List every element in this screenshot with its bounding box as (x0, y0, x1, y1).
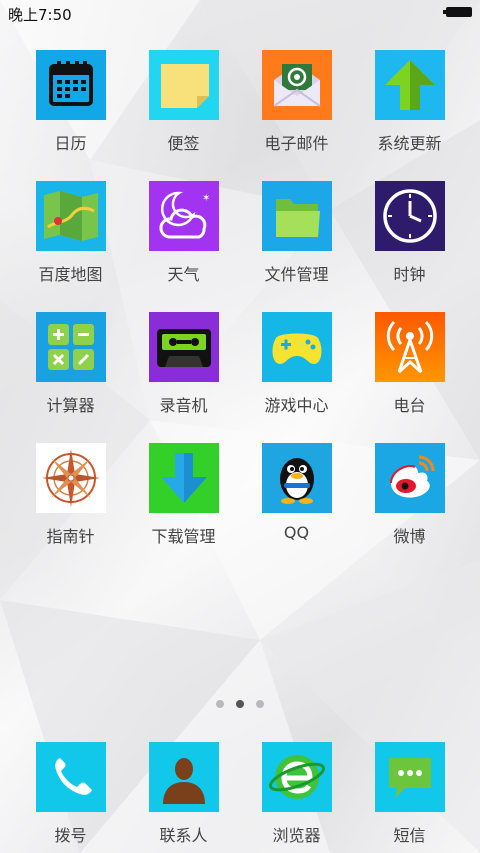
phone-icon (35, 742, 106, 812)
app-label: 浏览器 (272, 826, 321, 845)
app-label: 联系人 (159, 826, 208, 845)
weibo-icon (374, 443, 445, 513)
compass-icon (35, 443, 106, 513)
app-label: 游戏中心 (264, 396, 329, 415)
contact-person-icon (148, 742, 219, 812)
app-label: 百度地图 (38, 265, 103, 284)
browser-e-icon (261, 742, 332, 812)
app-game-center[interactable]: 游戏中心 (240, 312, 353, 416)
sticky-note-icon (148, 50, 219, 120)
app-file-manager[interactable]: 文件管理 (240, 181, 353, 285)
dock-browser[interactable]: 浏览器 (240, 742, 353, 846)
map-icon (35, 181, 106, 251)
app-weather[interactable]: ✶ 天气 (127, 181, 240, 285)
dock-contacts[interactable]: 联系人 (127, 742, 240, 846)
qq-penguin-icon (261, 443, 332, 513)
app-label: 系统更新 (377, 134, 442, 153)
app-label: 指南针 (46, 527, 95, 546)
app-download-manager[interactable]: 下载管理 (127, 443, 240, 547)
app-recorder[interactable]: 录音机 (127, 312, 240, 416)
app-label: 短信 (393, 826, 426, 845)
sms-message-icon (374, 742, 445, 812)
app-qq[interactable]: QQ (240, 443, 353, 542)
page-dot[interactable] (216, 700, 224, 708)
app-label: 电台 (393, 396, 426, 415)
radio-tower-icon (374, 312, 445, 382)
calculator-icon (35, 312, 106, 382)
app-label: 文件管理 (264, 265, 329, 284)
dock-messages[interactable]: 短信 (353, 742, 466, 846)
app-label: 时钟 (393, 265, 426, 284)
app-compass[interactable]: 指南针 (14, 443, 127, 547)
app-clock[interactable]: 时钟 (353, 181, 466, 285)
app-label: 日历 (54, 134, 87, 153)
app-label: 电子邮件 (264, 134, 329, 153)
dock-dialer[interactable]: 拨号 (14, 742, 127, 846)
gamepad-icon (261, 312, 332, 382)
app-label: 便签 (167, 134, 200, 153)
app-baidu-map[interactable]: 百度地图 (14, 181, 127, 285)
calendar-icon (35, 50, 106, 120)
app-radio[interactable]: 电台 (353, 312, 466, 416)
app-calculator[interactable]: 计算器 (14, 312, 127, 416)
folder-icon (261, 181, 332, 251)
status-time: 晚上7:50 (8, 6, 72, 24)
page-indicator (0, 700, 480, 710)
app-label: 计算器 (46, 396, 95, 415)
app-notes[interactable]: 便签 (127, 50, 240, 154)
download-arrow-icon (148, 443, 219, 513)
app-email[interactable]: 电子邮件 (240, 50, 353, 154)
weather-moon-cloud-icon: ✶ (148, 181, 219, 251)
clock-icon (374, 181, 445, 251)
svg-text:✶: ✶ (202, 193, 210, 204)
cassette-recorder-icon (148, 312, 219, 382)
page-dot-active[interactable] (236, 700, 244, 708)
battery-icon (443, 7, 472, 17)
system-update-arrow-icon (374, 50, 445, 120)
app-label: 拨号 (54, 826, 87, 845)
app-label: 天气 (167, 265, 200, 284)
page-dot[interactable] (256, 700, 264, 708)
status-bar: 晚上7:50 (0, 0, 480, 26)
app-weibo[interactable]: 微博 (353, 443, 466, 547)
app-label: QQ (283, 523, 310, 542)
app-label: 下载管理 (151, 527, 216, 546)
app-label: 录音机 (159, 396, 208, 415)
app-label: 微博 (393, 527, 426, 546)
email-icon (261, 50, 332, 120)
app-calendar[interactable]: 日历 (14, 50, 127, 154)
app-system-update[interactable]: 系统更新 (353, 50, 466, 154)
